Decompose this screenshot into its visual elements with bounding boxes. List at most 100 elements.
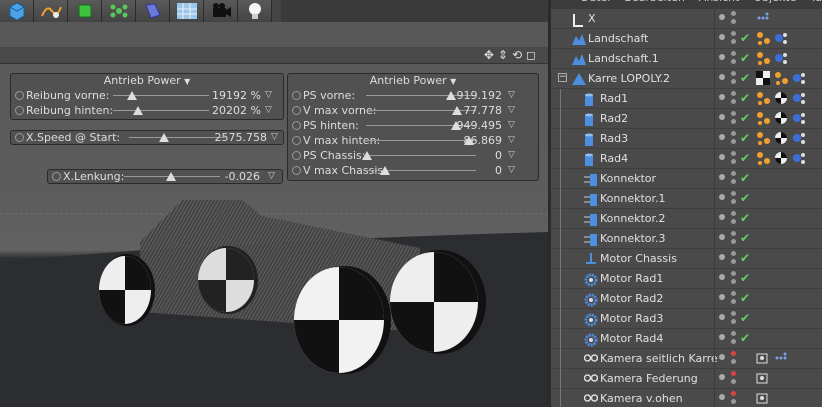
layer-dot-icon[interactable] bbox=[719, 94, 725, 100]
enabled-check-icon[interactable]: ✔ bbox=[740, 111, 750, 125]
spline-pen-icon[interactable] bbox=[34, 0, 68, 22]
om-object-row[interactable]: Kamera seitlich Karre bbox=[554, 349, 822, 369]
om-object-row[interactable]: Motor Rad4 ✔ bbox=[554, 329, 822, 349]
layer-dot-icon[interactable] bbox=[719, 294, 725, 300]
menu-ansicht[interactable]: Ansicht bbox=[699, 0, 740, 9]
slider-value[interactable]: 86.869 bbox=[446, 133, 503, 148]
om-object-name[interactable]: Motor Rad3 bbox=[600, 312, 663, 325]
slider-x-lenkung[interactable]: X.Lenkung: -0.026 ▽ bbox=[47, 169, 283, 184]
om-object-name[interactable]: Kamera v.ohen bbox=[600, 392, 683, 405]
enabled-check-icon[interactable]: ✔ bbox=[740, 251, 750, 265]
chevron-down-icon[interactable]: ▽ bbox=[508, 148, 515, 163]
chevron-down-icon[interactable]: ▽ bbox=[508, 133, 515, 148]
render-visibility-dot[interactable] bbox=[731, 59, 736, 64]
menu-datei[interactable]: Datei bbox=[581, 0, 610, 9]
om-object-row[interactable]: Kamera Federung bbox=[554, 369, 822, 389]
om-object-row[interactable]: − Karre LOPOLY.2 ✔ bbox=[554, 69, 822, 89]
render-visibility-dot[interactable] bbox=[731, 239, 736, 244]
om-object-row[interactable]: Landschaft.1 ✔ bbox=[554, 49, 822, 69]
layer-dot-icon[interactable] bbox=[719, 74, 725, 80]
layer-dot-icon[interactable] bbox=[719, 54, 725, 60]
slider-value[interactable]: 20202 % bbox=[201, 103, 261, 118]
enabled-check-icon[interactable]: ✔ bbox=[740, 311, 750, 325]
tag-strip[interactable] bbox=[756, 131, 808, 147]
om-object-name[interactable]: Motor Rad4 bbox=[600, 332, 663, 345]
maximize-view-icon[interactable]: ◻ bbox=[526, 48, 536, 62]
radio-icon[interactable] bbox=[15, 106, 24, 115]
enabled-check-icon[interactable]: ✔ bbox=[740, 171, 750, 185]
deformer-icon[interactable] bbox=[136, 0, 170, 22]
om-object-name[interactable]: Konnektor bbox=[600, 172, 656, 185]
om-object-name[interactable]: X bbox=[588, 12, 596, 25]
slider-value[interactable]: 919.192 bbox=[446, 88, 503, 103]
menu-objekte[interactable]: Objekte bbox=[753, 0, 796, 9]
tag-strip[interactable] bbox=[756, 111, 808, 127]
om-object-name[interactable]: Karre LOPOLY.2 bbox=[588, 72, 670, 85]
tag-strip[interactable] bbox=[756, 351, 790, 367]
slider-value[interactable]: 77.778 bbox=[446, 103, 503, 118]
slider-knob[interactable] bbox=[166, 172, 176, 181]
om-object-name[interactable]: Landschaft.1 bbox=[588, 52, 659, 65]
render-visibility-dot[interactable] bbox=[731, 279, 736, 284]
om-object-name[interactable]: Rad3 bbox=[600, 132, 628, 145]
slider-value[interactable]: 0 bbox=[446, 148, 502, 163]
editor-visibility-dot[interactable] bbox=[731, 291, 736, 296]
tag-strip[interactable] bbox=[756, 11, 772, 27]
layer-dot-icon[interactable] bbox=[719, 234, 725, 240]
chevron-down-icon[interactable]: ▽ bbox=[271, 131, 278, 144]
editor-visibility-dot[interactable] bbox=[731, 271, 736, 276]
om-object-name[interactable]: Rad1 bbox=[600, 92, 628, 105]
radio-icon[interactable] bbox=[292, 91, 301, 100]
layer-dot-icon[interactable] bbox=[719, 134, 725, 140]
enabled-check-icon[interactable]: ✔ bbox=[740, 291, 750, 305]
editor-visibility-dot[interactable] bbox=[731, 91, 736, 96]
editor-visibility-dot[interactable] bbox=[731, 131, 736, 136]
om-object-name[interactable]: Landschaft bbox=[588, 32, 648, 45]
radio-icon[interactable] bbox=[292, 151, 301, 160]
om-object-row[interactable]: X bbox=[554, 9, 822, 29]
om-object-row[interactable]: Konnektor.3 ✔ bbox=[554, 229, 822, 249]
editor-visibility-dot[interactable] bbox=[731, 51, 736, 56]
editor-visibility-dot[interactable] bbox=[731, 31, 736, 36]
om-object-name[interactable]: Motor Rad1 bbox=[600, 272, 663, 285]
radio-icon[interactable] bbox=[15, 133, 24, 142]
render-visibility-dot[interactable] bbox=[731, 139, 736, 144]
om-object-name[interactable]: Kamera Federung bbox=[600, 372, 698, 385]
om-object-row[interactable]: Motor Rad1 ✔ bbox=[554, 269, 822, 289]
camera-icon[interactable] bbox=[204, 0, 238, 22]
enabled-check-icon[interactable]: ✔ bbox=[740, 31, 750, 45]
om-object-name[interactable]: Rad4 bbox=[600, 152, 628, 165]
render-visibility-dot[interactable] bbox=[731, 79, 736, 84]
editor-visibility-dot[interactable] bbox=[731, 251, 736, 256]
editor-visibility-dot[interactable] bbox=[731, 231, 736, 236]
slider-reibung-hinten[interactable]: Reibung hinten: 20202 % ▽ bbox=[11, 103, 283, 118]
tag-strip[interactable] bbox=[756, 371, 772, 387]
slider-knob[interactable] bbox=[133, 106, 143, 115]
layer-dot-icon[interactable] bbox=[719, 394, 725, 400]
layer-dot-icon[interactable] bbox=[719, 34, 725, 40]
render-visibility-dot[interactable] bbox=[731, 319, 736, 324]
layer-dot-icon[interactable] bbox=[719, 254, 725, 260]
editor-visibility-dot[interactable] bbox=[731, 351, 736, 356]
om-object-row[interactable]: Rad2 ✔ bbox=[554, 109, 822, 129]
om-object-row[interactable]: Konnektor.2 ✔ bbox=[554, 209, 822, 229]
slider-reibung-vorne[interactable]: Reibung vorne: 19192 % ▽ bbox=[11, 88, 283, 103]
editor-visibility-dot[interactable] bbox=[731, 151, 736, 156]
enabled-check-icon[interactable]: ✔ bbox=[740, 71, 750, 85]
layer-dot-icon[interactable] bbox=[719, 314, 725, 320]
editor-visibility-dot[interactable] bbox=[731, 11, 736, 16]
array-icon[interactable] bbox=[102, 0, 136, 22]
move-view-icon[interactable]: ✥ bbox=[484, 48, 494, 62]
om-object-row[interactable]: Konnektor.1 ✔ bbox=[554, 189, 822, 209]
enabled-check-icon[interactable]: ✔ bbox=[740, 271, 750, 285]
slider-value[interactable]: 0 bbox=[446, 163, 502, 178]
render-visibility-dot[interactable] bbox=[731, 299, 736, 304]
render-visibility-dot[interactable] bbox=[731, 359, 736, 364]
editor-visibility-dot[interactable] bbox=[731, 211, 736, 216]
slider-row[interactable]: PS hinten: 949.495 ▽ bbox=[288, 118, 538, 133]
editor-visibility-dot[interactable] bbox=[731, 171, 736, 176]
light-bulb-icon[interactable] bbox=[238, 0, 272, 22]
render-visibility-dot[interactable] bbox=[731, 19, 736, 24]
enabled-check-icon[interactable]: ✔ bbox=[740, 51, 750, 65]
radio-icon[interactable] bbox=[292, 121, 301, 130]
